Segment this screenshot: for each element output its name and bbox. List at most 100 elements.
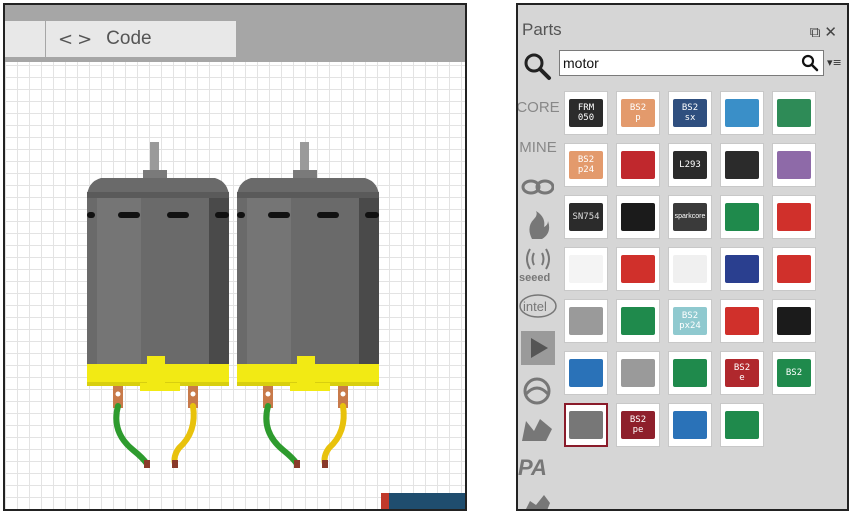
- part-thumbnail: [621, 307, 655, 335]
- part-thumbnail: [777, 307, 811, 335]
- part-thumbnail: [621, 203, 655, 231]
- part-thumbnail: FRM 050: [569, 99, 603, 127]
- part-item[interactable]: [668, 351, 712, 395]
- part-item[interactable]: [668, 247, 712, 291]
- part-item[interactable]: [720, 403, 764, 447]
- part-thumbnail: [777, 255, 811, 283]
- part-item[interactable]: [720, 299, 764, 343]
- part-thumbnail: BS2 pe: [621, 411, 655, 439]
- part-item[interactable]: [720, 91, 764, 135]
- part-thumbnail: BS2 sx: [673, 99, 707, 127]
- part-item[interactable]: BS2 e: [720, 351, 764, 395]
- part-thumbnail: L293: [673, 151, 707, 179]
- part-thumbnail: BS2 p: [621, 99, 655, 127]
- part-thumbnail: SN754: [569, 203, 603, 231]
- dc-motor-1[interactable]: [83, 142, 233, 472]
- part-item[interactable]: [564, 247, 608, 291]
- part-item[interactable]: L293: [668, 143, 712, 187]
- seeed-bin-icon[interactable]: seeed: [518, 245, 558, 285]
- part-thumbnail: [621, 359, 655, 387]
- undock-icon[interactable]: ⧉: [810, 23, 825, 41]
- part-thumbnail: [569, 307, 603, 335]
- part-item[interactable]: FRM 050: [564, 91, 608, 135]
- search-field[interactable]: [559, 50, 824, 76]
- part-item[interactable]: BS2 p24: [564, 143, 608, 187]
- part-item[interactable]: BS2 px24: [668, 299, 712, 343]
- part-thumbnail: [673, 359, 707, 387]
- part-thumbnail: [725, 99, 759, 127]
- dc-motor-2[interactable]: [233, 142, 383, 472]
- part-thumbnail: [725, 255, 759, 283]
- svg-text:seeed: seeed: [519, 272, 550, 284]
- part-thumbnail: [725, 411, 759, 439]
- part-item[interactable]: [772, 299, 816, 343]
- sparkfun-bin-icon[interactable]: [524, 211, 550, 241]
- tab-previous[interactable]: [5, 21, 45, 57]
- part-thumbnail: BS2 px24: [673, 307, 707, 335]
- part-thumbnail: BS2: [777, 359, 811, 387]
- part-item[interactable]: [772, 91, 816, 135]
- part-item[interactable]: [616, 143, 660, 187]
- part-thumbnail: [621, 255, 655, 283]
- parts-panel: Parts ⧉✕ ▾≡ CORE MINE seeed intel: [516, 3, 849, 511]
- parts-title: Parts: [522, 20, 562, 39]
- play-bin-icon[interactable]: [521, 331, 555, 365]
- part-thumbnail: [569, 255, 603, 283]
- part-thumbnail: [777, 151, 811, 179]
- tab-code-label: Code: [106, 28, 152, 49]
- part-item[interactable]: BS2: [772, 351, 816, 395]
- part-item[interactable]: BS2 sx: [668, 91, 712, 135]
- search-icon: [524, 53, 551, 80]
- search-submit-icon[interactable]: [801, 54, 819, 72]
- snapdragon-bin-icon[interactable]: [522, 376, 552, 406]
- zoom-widget[interactable]: [381, 493, 465, 509]
- part-item[interactable]: [720, 247, 764, 291]
- part-thumbnail: BS2 e: [725, 359, 759, 387]
- bin-mine[interactable]: MINE: [518, 128, 558, 166]
- tab-bar: <> Code: [5, 5, 465, 62]
- search-menu-icon[interactable]: ▾≡: [827, 56, 842, 69]
- part-thumbnail: [777, 99, 811, 127]
- part-thumbnail: [621, 151, 655, 179]
- part-item[interactable]: [616, 195, 660, 239]
- search-input[interactable]: [563, 53, 788, 73]
- part-item[interactable]: [772, 195, 816, 239]
- part-item[interactable]: [668, 403, 712, 447]
- arduino-bin-icon[interactable]: [520, 175, 554, 199]
- part-item[interactable]: sparkcore: [668, 195, 712, 239]
- svg-text:intel: intel: [523, 299, 547, 314]
- part-thumbnail: [673, 255, 707, 283]
- part-item[interactable]: SN754: [564, 195, 608, 239]
- part-item[interactable]: [616, 299, 660, 343]
- intel-bin-icon[interactable]: intel: [518, 293, 558, 319]
- close-icon[interactable]: ✕: [824, 23, 841, 41]
- part-item[interactable]: BS2 p: [616, 91, 660, 135]
- window-controls: ⧉✕: [810, 23, 841, 41]
- part-thumbnail: [569, 411, 603, 439]
- part-thumbnail: [725, 203, 759, 231]
- part-item[interactable]: [772, 247, 816, 291]
- part-item[interactable]: [564, 299, 608, 343]
- animal-bin-icon[interactable]: [522, 493, 552, 511]
- lilypad-bin-icon[interactable]: [520, 415, 554, 443]
- bin-core[interactable]: CORE: [518, 88, 560, 126]
- part-item[interactable]: [616, 351, 660, 395]
- part-item[interactable]: [616, 247, 660, 291]
- part-thumbnail: BS2 p24: [569, 151, 603, 179]
- part-item[interactable]: [772, 143, 816, 187]
- part-thumbnail: [569, 359, 603, 387]
- part-item[interactable]: BS2 pe: [616, 403, 660, 447]
- tab-code[interactable]: <> Code: [46, 21, 236, 57]
- code-icon: <>: [58, 28, 97, 50]
- part-thumbnail: [725, 307, 759, 335]
- breadboard-canvas[interactable]: [5, 62, 465, 509]
- part-thumbnail: sparkcore: [673, 203, 707, 231]
- pa-bin-icon[interactable]: PA: [518, 455, 547, 481]
- part-thumbnail: [673, 411, 707, 439]
- part-item[interactable]: [720, 195, 764, 239]
- part-item[interactable]: [564, 351, 608, 395]
- part-item[interactable]: [564, 403, 608, 447]
- part-item[interactable]: [720, 143, 764, 187]
- part-thumbnail: [777, 203, 811, 231]
- part-thumbnail: [725, 151, 759, 179]
